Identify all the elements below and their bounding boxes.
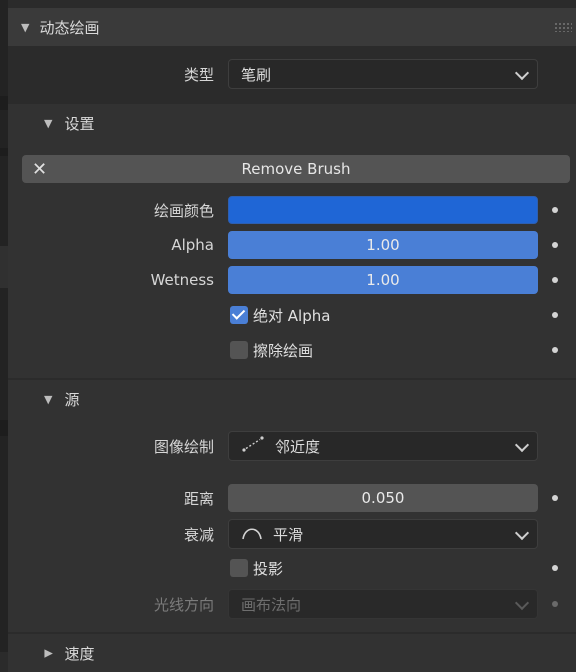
strip-mark bbox=[0, 246, 8, 288]
ray-direction-dropdown[interactable]: 画布法向 bbox=[228, 589, 538, 619]
wetness-label: Wetness bbox=[150, 271, 214, 289]
keyframe-dot-icon[interactable] bbox=[552, 312, 558, 318]
chevron-down-icon bbox=[514, 525, 530, 541]
remove-brush-label: Remove Brush bbox=[241, 160, 351, 178]
paint-color-swatch[interactable] bbox=[228, 196, 538, 224]
keyframe-dot-icon[interactable] bbox=[552, 277, 558, 283]
proximity-icon bbox=[241, 435, 265, 457]
wetness-value: 1.00 bbox=[366, 271, 400, 289]
erase-paint-label[interactable]: 擦除绘画 bbox=[253, 340, 313, 361]
velocity-subpanel-header[interactable]: ▼ 速度 bbox=[8, 634, 576, 672]
alpha-row: Alpha 1.00 bbox=[8, 229, 576, 261]
paint-color-label: 绘画颜色 bbox=[153, 201, 214, 220]
settings-subpanel-header[interactable]: ▼ 设置 bbox=[8, 104, 576, 142]
expand-triangle-icon: ▼ bbox=[41, 648, 55, 658]
source-subpanel-header[interactable]: ▼ 源 bbox=[8, 380, 576, 418]
type-dropdown[interactable]: 笔刷 bbox=[228, 59, 538, 89]
distance-field[interactable]: 0.050 bbox=[228, 484, 538, 512]
paint-color-row: 绘画颜色 bbox=[8, 194, 576, 226]
distance-value: 0.050 bbox=[361, 489, 405, 507]
distance-row: 距离 0.050 bbox=[8, 482, 576, 514]
ray-direction-value: 画布法向 bbox=[241, 595, 302, 614]
remove-brush-button[interactable]: ✕ Remove Brush bbox=[22, 155, 570, 183]
collapse-triangle-icon: ▼ bbox=[44, 392, 53, 406]
paint-source-value: 邻近度 bbox=[275, 437, 321, 456]
source-title: 源 bbox=[64, 390, 80, 409]
falloff-dropdown[interactable]: 平滑 bbox=[228, 519, 538, 549]
type-label: 类型 bbox=[183, 65, 214, 84]
falloff-value: 平滑 bbox=[273, 525, 304, 544]
dynamic-paint-panel-header[interactable]: ▼ 动态绘画 bbox=[8, 8, 576, 46]
keyframe-dot-icon[interactable] bbox=[552, 565, 558, 571]
alpha-value: 1.00 bbox=[366, 236, 400, 254]
keyframe-dot-icon[interactable] bbox=[552, 207, 558, 213]
strip-mark bbox=[0, 148, 8, 156]
ray-direction-label: 光线方向 bbox=[153, 595, 214, 614]
strip-mark bbox=[0, 96, 8, 110]
falloff-label: 衰减 bbox=[183, 525, 214, 544]
alpha-slider[interactable]: 1.00 bbox=[228, 231, 538, 259]
keyframe-dot-icon[interactable] bbox=[552, 347, 558, 353]
erase-paint-row: 擦除绘画 bbox=[8, 334, 576, 366]
keyframe-dot-icon[interactable] bbox=[552, 601, 558, 607]
project-label[interactable]: 投影 bbox=[253, 558, 283, 579]
type-value: 笔刷 bbox=[241, 65, 272, 84]
ray-direction-row: 光线方向 画布法向 bbox=[8, 588, 576, 620]
erase-paint-checkbox[interactable] bbox=[230, 341, 248, 359]
distance-label: 距离 bbox=[183, 489, 214, 508]
strip-mark bbox=[0, 420, 8, 436]
project-row: 投影 bbox=[8, 552, 576, 584]
left-editor-strip bbox=[0, 0, 8, 652]
close-icon: ✕ bbox=[32, 159, 48, 180]
paint-source-row: 图像绘制 邻近度 bbox=[8, 430, 576, 462]
wetness-slider[interactable]: 1.00 bbox=[228, 266, 538, 294]
absolute-alpha-checkbox[interactable] bbox=[230, 306, 248, 324]
chevron-down-icon bbox=[514, 65, 530, 81]
settings-title: 设置 bbox=[64, 114, 95, 133]
chevron-down-icon bbox=[514, 595, 530, 611]
chevron-down-icon bbox=[514, 437, 530, 453]
wetness-row: Wetness 1.00 bbox=[8, 264, 576, 296]
absolute-alpha-label[interactable]: 绝对 Alpha bbox=[253, 305, 330, 326]
paint-source-label: 图像绘制 bbox=[153, 437, 214, 456]
keyframe-dot-icon[interactable] bbox=[552, 242, 558, 248]
project-checkbox[interactable] bbox=[230, 559, 248, 577]
collapse-triangle-icon: ▼ bbox=[21, 20, 30, 34]
velocity-title: 速度 bbox=[64, 644, 95, 663]
type-row: 类型 笔刷 bbox=[8, 58, 576, 90]
drag-handle-icon[interactable] bbox=[554, 22, 572, 32]
keyframe-dot-icon[interactable] bbox=[552, 495, 558, 501]
collapse-triangle-icon: ▼ bbox=[44, 116, 53, 130]
alpha-label: Alpha bbox=[171, 236, 214, 254]
falloff-row: 衰减 平滑 bbox=[8, 518, 576, 550]
absolute-alpha-row: 绝对 Alpha bbox=[8, 299, 576, 331]
smooth-falloff-icon bbox=[241, 524, 263, 544]
panel-title: 动态绘画 bbox=[39, 18, 100, 37]
paint-source-dropdown[interactable]: 邻近度 bbox=[228, 431, 538, 461]
